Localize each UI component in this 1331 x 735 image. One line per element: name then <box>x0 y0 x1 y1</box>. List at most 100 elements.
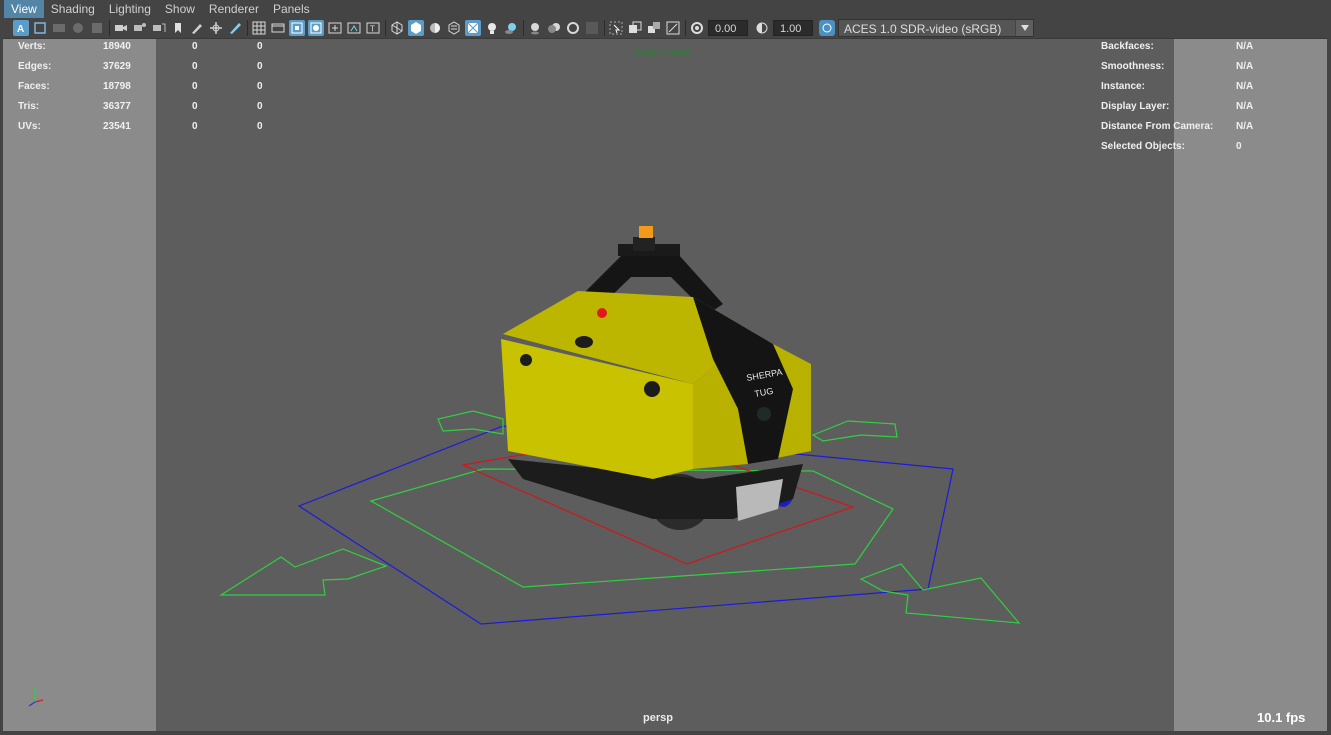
hud-tris-selected: 0 <box>192 101 198 112</box>
hud-edges-label: Edges: <box>18 61 52 72</box>
menu-shading[interactable]: Shading <box>44 0 102 18</box>
gamma-icon[interactable] <box>754 20 770 36</box>
robot-red-button <box>597 308 607 318</box>
isolate-select-icon[interactable] <box>608 20 624 36</box>
hud-distance-value: N/A <box>1236 121 1254 132</box>
svg-text:A: A <box>17 24 24 35</box>
hud-backfaces-value: N/A <box>1236 41 1254 52</box>
hud-edges-value: 37629 <box>103 61 131 72</box>
hud-uvs-selected: 0 <box>192 121 198 132</box>
film-gate-toggle-icon[interactable] <box>270 20 286 36</box>
hud-uvs-shaded: 0 <box>257 121 263 132</box>
hud-display-layer-label: Display Layer: <box>1101 101 1170 112</box>
hud-verts-label: Verts: <box>18 41 46 52</box>
manipulator-arrow-left <box>218 548 388 596</box>
menu-lighting[interactable]: Lighting <box>102 0 158 18</box>
two-d-pan-icon[interactable] <box>208 20 224 36</box>
hud-faces-selected: 0 <box>192 81 198 92</box>
default-material-icon[interactable] <box>427 20 443 36</box>
motion-blur-icon[interactable] <box>546 20 562 36</box>
gate-mask-toggle-icon[interactable] <box>308 20 324 36</box>
menu-renderer[interactable]: Renderer <box>202 0 266 18</box>
manipulator-arrow-back-right <box>811 420 898 442</box>
viewport-toolbar: A T 0.00 1.00 ACES 1.0 SDR-video (sRGB) <box>0 18 1331 39</box>
toolbar-separator <box>604 20 605 36</box>
exposure-icon[interactable] <box>689 20 705 36</box>
camera-attributes-icon[interactable] <box>132 20 148 36</box>
wireframe-icon[interactable] <box>389 20 405 36</box>
hud-tris-shaded: 0 <box>257 101 263 112</box>
exposure-field[interactable]: 0.00 <box>708 20 748 36</box>
image-plane-icon[interactable] <box>170 20 186 36</box>
gamma-field[interactable]: 1.00 <box>773 20 813 36</box>
viewport-menu-bar: View Shading Lighting Show Renderer Pane… <box>0 0 1331 18</box>
hud-resolution: 2048 x 2048 <box>635 48 691 59</box>
menu-view[interactable]: View <box>4 0 44 18</box>
menu-show[interactable]: Show <box>158 0 202 18</box>
hud-selected-objects-label: Selected Objects: <box>1101 141 1185 152</box>
safe-action-icon[interactable] <box>346 20 362 36</box>
hud-smoothness-label: Smoothness: <box>1101 61 1165 72</box>
pencil-icon[interactable] <box>227 20 243 36</box>
toolbar-separator <box>685 20 686 36</box>
hud-edges-selected: 0 <box>192 61 198 72</box>
manipulator-arrow-back-left <box>437 410 504 435</box>
bookmark-icon[interactable] <box>151 20 167 36</box>
smooth-shade-icon[interactable] <box>408 20 424 36</box>
resolution-gate-toggle-icon[interactable] <box>289 20 305 36</box>
menu-panels[interactable]: Panels <box>266 0 317 18</box>
frame-rate: 10.1 fps <box>1257 710 1306 725</box>
hud-edges-shaded: 0 <box>257 61 263 72</box>
toolbar-separator <box>385 20 386 36</box>
grid-icon[interactable] <box>251 20 267 36</box>
lights-icon[interactable] <box>484 20 500 36</box>
hud-distance-label: Distance From Camera: <box>1101 121 1214 132</box>
chevron-down-icon <box>1015 20 1033 36</box>
two-sided-lighting-icon[interactable] <box>646 20 662 36</box>
view-transform-select[interactable]: ACES 1.0 SDR-video (sRGB) <box>838 19 1034 37</box>
manipulator-arrow-right <box>859 563 1021 624</box>
shadows-icon[interactable] <box>503 20 519 36</box>
select-camera-icon[interactable]: A <box>13 20 29 36</box>
grease-pencil-icon[interactable] <box>189 20 205 36</box>
hud-uvs-value: 23541 <box>103 121 131 132</box>
xray-icon[interactable] <box>465 20 481 36</box>
viewport-panel[interactable]: SHERPA TUG Verts: 18940 0 0 Edges: 37629… <box>3 39 1327 731</box>
frame-icon[interactable] <box>32 20 48 36</box>
toolbar-separator <box>247 20 248 36</box>
hud-uvs-label: UVs: <box>18 121 41 132</box>
toolbar-separator <box>109 20 110 36</box>
color-management-icon[interactable] <box>819 20 835 36</box>
hud-verts-selected: 0 <box>192 41 198 52</box>
hud-faces-shaded: 0 <box>257 81 263 92</box>
film-gate-icon[interactable] <box>51 20 67 36</box>
resolution-gate-icon[interactable] <box>70 20 86 36</box>
hud-smoothness-value: N/A <box>1236 61 1254 72</box>
svg-text:T: T <box>370 25 375 34</box>
hud-faces-value: 18798 <box>103 81 131 92</box>
gate-mask-icon[interactable] <box>89 20 105 36</box>
camera-name: persp <box>643 712 673 724</box>
hud-backfaces-label: Backfaces: <box>1101 41 1154 52</box>
hud-selected-objects-value: 0 <box>1236 141 1242 152</box>
hud-toggle-icon[interactable] <box>627 20 643 36</box>
depth-of-field-icon[interactable] <box>584 20 600 36</box>
hud-faces-label: Faces: <box>18 81 50 92</box>
camera-icon[interactable] <box>113 20 129 36</box>
hud-instance-label: Instance: <box>1101 81 1145 92</box>
screen-space-ao-icon[interactable] <box>527 20 543 36</box>
field-chart-icon[interactable] <box>327 20 343 36</box>
anti-aliasing-icon[interactable] <box>565 20 581 36</box>
hud-display-layer-value: N/A <box>1236 101 1254 112</box>
toolbar-separator <box>523 20 524 36</box>
view-transform-label: ACES 1.0 SDR-video (sRGB) <box>844 22 1002 36</box>
hud-instance-value: N/A <box>1236 81 1254 92</box>
safe-title-icon[interactable]: T <box>365 20 381 36</box>
hud-verts-shaded: 0 <box>257 41 263 52</box>
robot-beacon <box>639 226 653 238</box>
axis-indicator-icon <box>28 688 44 707</box>
textured-icon[interactable] <box>446 20 462 36</box>
backface-culling-icon[interactable] <box>665 20 681 36</box>
hud-tris-label: Tris: <box>18 101 40 112</box>
hud-tris-value: 36377 <box>103 101 131 112</box>
